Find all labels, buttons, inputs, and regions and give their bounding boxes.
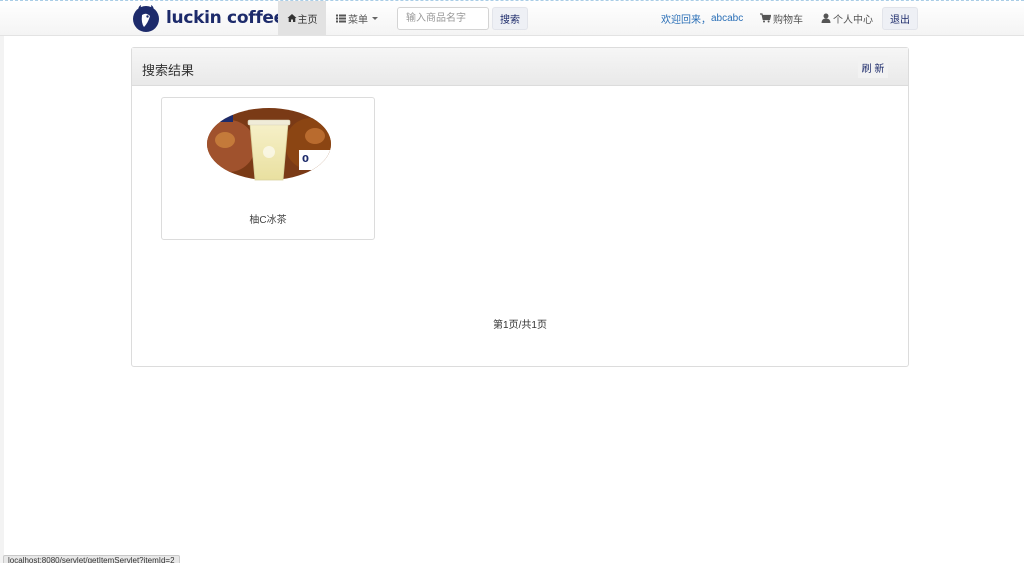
refresh-button[interactable]: 刷 新 (858, 56, 888, 78)
product-name[interactable]: 柚C冰茶 (162, 211, 374, 226)
welcome-message: 欢迎回来， abcabc (661, 1, 743, 35)
search-results-panel: 搜索结果 刷 新 0 柚C冰茶 第1页/共1页 (131, 47, 909, 367)
username-link[interactable]: abcabc (711, 13, 743, 24)
list-icon (336, 14, 346, 22)
logout-button[interactable]: 退出 (882, 7, 918, 30)
brand-name: luckin coffee (166, 8, 285, 28)
nav-cart[interactable]: 购物车 (760, 1, 803, 35)
search-input[interactable] (397, 7, 489, 30)
welcome-prefix: 欢迎回来， (661, 14, 711, 26)
nav-profile[interactable]: 个人中心 (821, 1, 873, 35)
brand[interactable]: luckin coffee (131, 1, 285, 35)
caret-down-icon (372, 17, 378, 20)
nav-menu-dropdown[interactable]: 菜单 (336, 1, 378, 35)
panel-title: 搜索结果 (142, 63, 195, 78)
luckin-deer-logo-icon (133, 5, 159, 32)
svg-text:0: 0 (302, 154, 309, 165)
user-icon (821, 13, 831, 23)
nav-profile-label: 个人中心 (833, 14, 873, 26)
nav-home-label: 主页 (297, 14, 318, 26)
cart-icon (760, 13, 771, 23)
page: luckin coffee 主页 菜单 搜索 欢迎回来， abcabc (0, 0, 1024, 563)
search-button[interactable]: 搜索 (492, 7, 528, 30)
browser-status-bar: localhost:8080/servlet/getItemServlet?it… (3, 555, 180, 563)
product-image[interactable]: 0 (207, 106, 331, 186)
nav-home[interactable]: 主页 (278, 1, 326, 35)
nav-cart-label: 购物车 (773, 14, 803, 26)
left-edge-strip (0, 1, 4, 563)
panel-heading: 搜索结果 刷 新 (132, 48, 908, 86)
home-icon (287, 14, 296, 22)
pagination-info: 第1页/共1页 (493, 320, 547, 331)
product-card[interactable]: 0 柚C冰茶 (161, 97, 375, 240)
top-navbar: luckin coffee 主页 菜单 搜索 欢迎回来， abcabc (0, 1, 1024, 36)
nav-menu-label: 菜单 (348, 14, 368, 26)
